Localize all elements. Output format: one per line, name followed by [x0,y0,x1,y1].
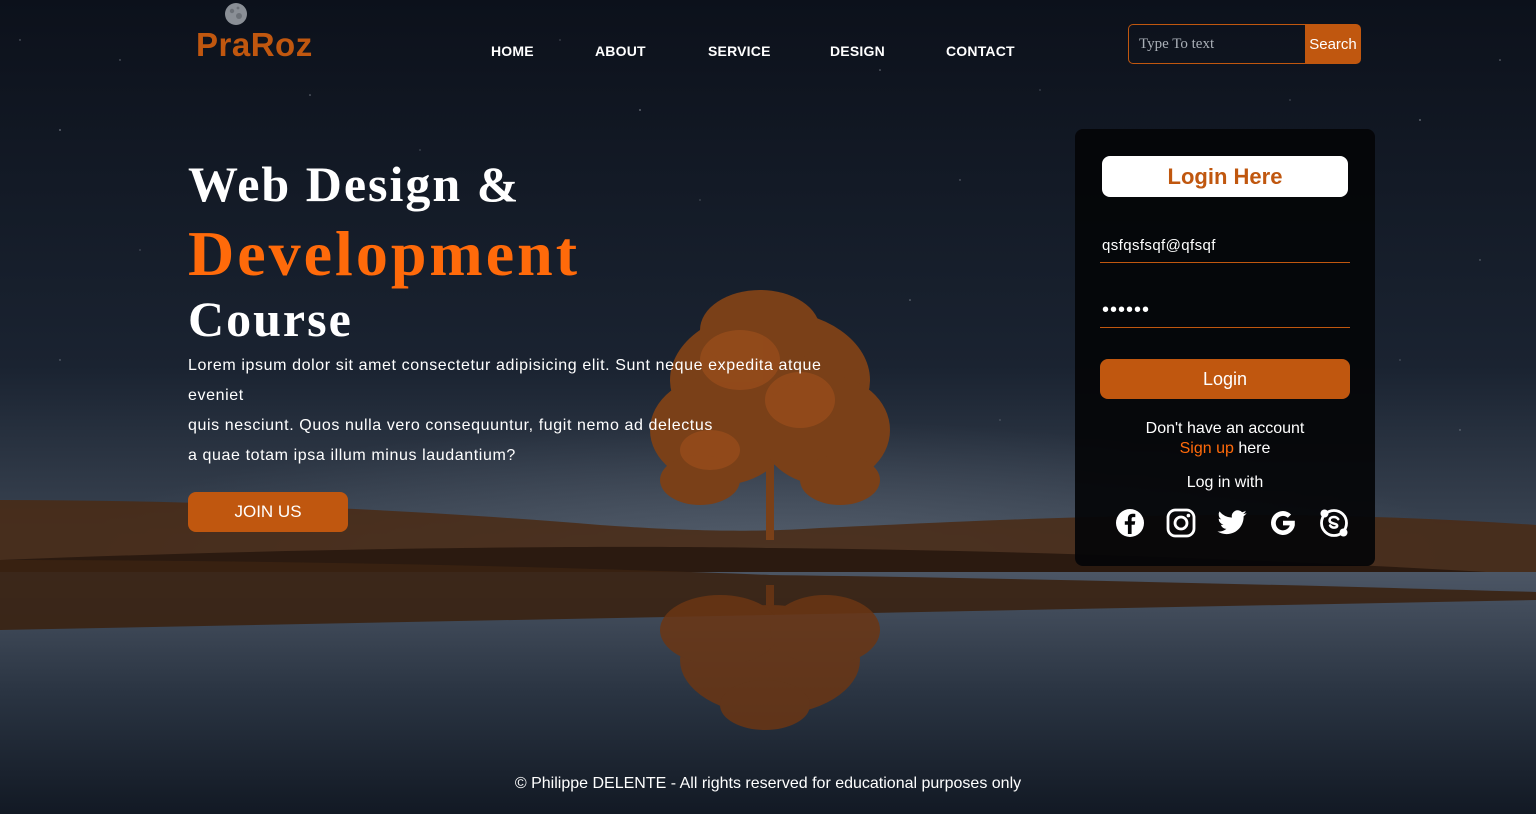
social-icons [1114,507,1350,539]
moon-icon [224,2,248,26]
hero-text-line: a quae totam ipsa illum minus laudantium… [188,447,516,464]
hero-title-line2: Development [188,218,581,289]
nav-home[interactable]: HOME [491,43,534,59]
facebook-icon[interactable] [1114,507,1146,539]
no-account-text: Don't have an account [1145,420,1305,437]
hero-title-line3: Course [188,291,353,347]
instagram-icon[interactable] [1165,507,1197,539]
email-field[interactable] [1100,229,1350,263]
nav-about[interactable]: ABOUT [595,43,646,59]
search-button[interactable]: Search [1305,24,1361,64]
signup-link[interactable]: Sign up [1180,440,1234,457]
login-button[interactable]: Login [1100,359,1350,399]
password-field[interactable] [1100,294,1350,328]
hero-text-line: Lorem ipsum dolor sit amet consectetur a… [188,357,822,404]
footer: © Philippe DELENTE - All rights reserved… [514,775,1022,792]
twitter-icon[interactable] [1216,507,1248,539]
hero-title-line1: Web Design & [188,156,521,212]
signup-suffix: here [1233,440,1271,457]
hero-section: Web Design & Development Course Lorem ip… [188,155,848,471]
hero-description: Lorem ipsum dolor sit amet consectetur a… [188,351,848,471]
login-with-text: Log in with [1186,474,1264,491]
hero-text-line: quis nesciunt. Quos nulla vero consequun… [188,417,713,434]
google-icon[interactable] [1267,507,1299,539]
skype-icon[interactable] [1318,507,1350,539]
login-title: Login Here [1102,156,1348,197]
login-card: Login Here Login Don't have an account S… [1075,129,1375,566]
nav-service[interactable]: SERVICE [708,43,771,59]
signup-line: Sign up here [1075,439,1375,459]
nav-contact[interactable]: CONTACT [946,43,1015,59]
nav-design[interactable]: DESIGN [830,43,885,59]
search-input[interactable] [1128,24,1305,64]
join-us-button[interactable]: JOIN US [188,492,348,532]
logo[interactable]: PraRoz [196,26,313,64]
search-bar: Search [1128,24,1361,64]
